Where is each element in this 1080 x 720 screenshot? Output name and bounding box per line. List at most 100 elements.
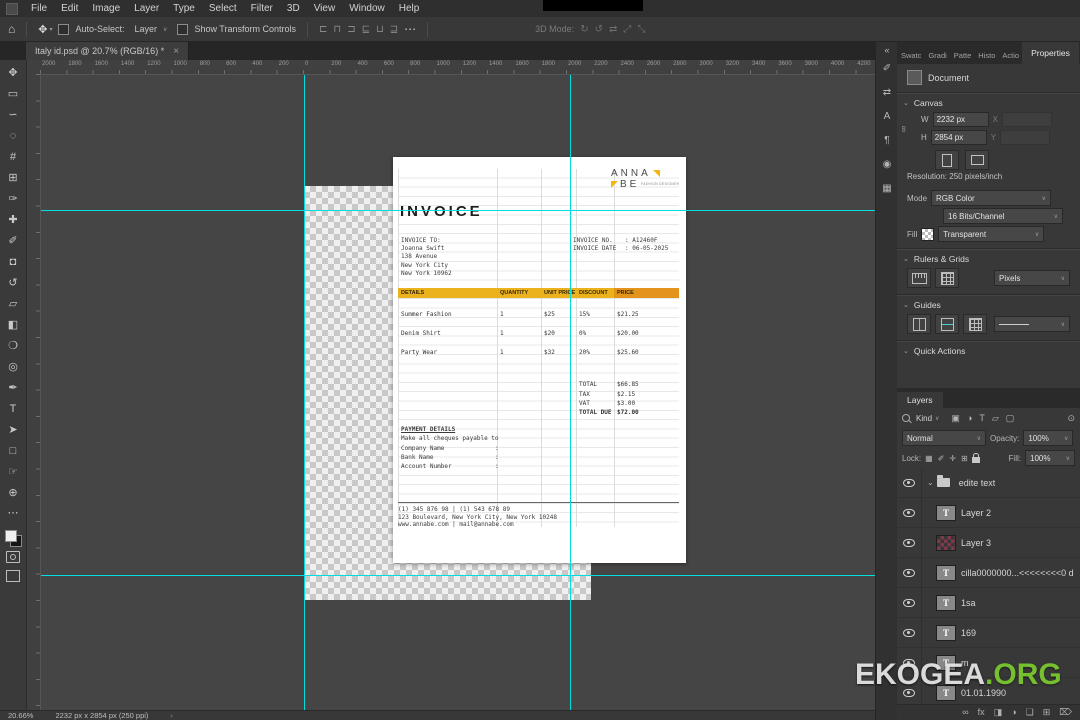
- horizontal-ruler[interactable]: 2000 1800 1600 1400 1200 1000 800 600 400 200 0 200…: [40, 60, 875, 75]
- menu-item[interactable]: Help: [392, 3, 427, 14]
- character-panel-icon[interactable]: A: [884, 111, 891, 122]
- show-transform-checkbox[interactable]: [177, 23, 189, 35]
- filter-type-layers-icon[interactable]: T: [979, 413, 985, 424]
- layer-thumbnail[interactable]: [936, 594, 956, 611]
- menu-item[interactable]: 3D: [280, 3, 307, 14]
- move-tool[interactable]: ✥: [3, 64, 23, 83]
- color-mode-select[interactable]: RGB Color ∨: [931, 190, 1052, 206]
- lock-position-icon[interactable]: ✛: [949, 454, 956, 463]
- menu-item[interactable]: Type: [166, 3, 202, 14]
- layer-row[interactable]: ⌄ cilla0000000...<<<<<<<<0 d: [897, 558, 1080, 588]
- layers-panel-tab[interactable]: Layers: [897, 392, 943, 408]
- link-layers-icon[interactable]: ∞: [962, 708, 968, 717]
- layer-row[interactable]: ⌄ 169: [897, 618, 1080, 648]
- healing-brush-tool[interactable]: ✚: [3, 211, 23, 230]
- 3d-scale-icon[interactable]: ⤡: [637, 24, 645, 35]
- filter-toggle-icon[interactable]: ⊙: [1067, 413, 1075, 424]
- new-layer-icon[interactable]: ⊞: [1043, 708, 1051, 717]
- layer-row[interactable]: ⌄ Layer 3: [897, 528, 1080, 558]
- panel-tab[interactable]: Histo: [974, 51, 998, 64]
- menu-item[interactable]: Window: [342, 3, 392, 14]
- bit-depth-select[interactable]: 16 Bits/Channel ∨: [943, 208, 1063, 224]
- screen-mode-button[interactable]: [3, 566, 23, 585]
- pen-tool[interactable]: ✒: [3, 379, 23, 398]
- panel-tab[interactable]: Actio: [998, 51, 1022, 64]
- vertical-guide[interactable]: [304, 74, 305, 710]
- rectangular-marquee-tool[interactable]: ▭: [3, 85, 23, 104]
- auto-select-checkbox[interactable]: [58, 23, 70, 35]
- home-icon[interactable]: ⌂: [8, 22, 15, 36]
- edit-toolbar-button[interactable]: ⋯: [3, 503, 23, 522]
- new-horizontal-guide-button[interactable]: [935, 314, 959, 334]
- toggle-grid-button[interactable]: [935, 268, 959, 288]
- lock-pixels-icon[interactable]: ✐: [938, 454, 945, 463]
- lasso-tool[interactable]: ∽: [3, 106, 23, 125]
- object-selection-tool[interactable]: ◌: [3, 127, 23, 146]
- layer-effects-icon[interactable]: fx: [978, 708, 985, 717]
- quick-mask-button[interactable]: [3, 547, 23, 566]
- align-left-icon[interactable]: ⊏: [319, 24, 327, 35]
- quick-actions-section-header[interactable]: ⌄ Quick Actions: [903, 346, 965, 356]
- crop-tool[interactable]: #: [3, 148, 23, 167]
- lock-transparency-icon[interactable]: ▦: [925, 454, 933, 463]
- auto-select-target-dropdown[interactable]: Layer ∨: [131, 22, 172, 36]
- filter-smart-objects-icon[interactable]: ▢: [1006, 413, 1015, 424]
- paragraph-panel-icon[interactable]: ¶: [884, 135, 889, 146]
- height-input[interactable]: 2854 px: [930, 130, 987, 145]
- menu-item[interactable]: Edit: [54, 3, 85, 14]
- layer-visibility-toggle[interactable]: [897, 468, 922, 497]
- canvas[interactable]: ANNA BE FASHION DESIGNER INVOICE INVOICE …: [40, 74, 875, 710]
- units-select[interactable]: Pixels ∨: [994, 270, 1070, 286]
- layer-visibility-toggle[interactable]: [897, 558, 922, 587]
- panel-tab-properties[interactable]: Properties: [1022, 42, 1079, 64]
- lock-artboard-icon[interactable]: ⊞: [961, 454, 968, 463]
- menu-item[interactable]: Image: [85, 3, 127, 14]
- app-icon[interactable]: [6, 2, 18, 15]
- guide-style-select[interactable]: ∨: [994, 316, 1070, 332]
- layer-thumbnail[interactable]: [936, 564, 956, 581]
- layer-row[interactable]: ⌄ Layer 2: [897, 498, 1080, 528]
- more-align-options-icon[interactable]: ⋯: [404, 22, 416, 36]
- layer-visibility-toggle[interactable]: [897, 528, 922, 557]
- portrait-orientation-button[interactable]: [935, 150, 959, 170]
- eraser-tool[interactable]: ▱: [3, 295, 23, 314]
- menu-item[interactable]: Layer: [127, 3, 166, 14]
- layer-visibility-toggle[interactable]: [897, 588, 922, 617]
- menu-item[interactable]: Select: [202, 3, 244, 14]
- clone-source-panel-icon[interactable]: ⇄: [883, 87, 891, 98]
- dodge-tool[interactable]: ◎: [3, 358, 23, 377]
- lock-all-icon[interactable]: [971, 452, 980, 463]
- kind-filter-select[interactable]: Kind ∨: [914, 414, 941, 423]
- eyedropper-tool[interactable]: ✑: [3, 190, 23, 209]
- brush-tool[interactable]: ✐: [3, 232, 23, 251]
- hand-tool[interactable]: ☞: [3, 463, 23, 482]
- 3d-pan-icon[interactable]: ⇄: [609, 24, 617, 35]
- layer-visibility-toggle[interactable]: [897, 498, 922, 527]
- zoom-tool[interactable]: ⊕: [3, 484, 23, 503]
- layer-thumbnail[interactable]: [936, 624, 956, 641]
- document-tab[interactable]: Italy id.psd @ 20.7% (RGB/16) * ×: [26, 42, 190, 60]
- group-expand-chevron[interactable]: ⌄: [927, 478, 934, 487]
- 3d-roll-icon[interactable]: ↺: [595, 24, 603, 35]
- layer-row[interactable]: ⌄ 1sa: [897, 588, 1080, 618]
- align-top-icon[interactable]: ⊑: [362, 24, 370, 35]
- opacity-select[interactable]: 100% ∨: [1023, 430, 1074, 446]
- status-menu-chevron[interactable]: ›: [170, 711, 173, 720]
- zoom-level-field[interactable]: 20.66%: [8, 711, 33, 720]
- frame-tool[interactable]: ⊞: [3, 169, 23, 188]
- adjustments-panel-icon[interactable]: ◉: [883, 159, 892, 170]
- filter-shape-layers-icon[interactable]: ▱: [992, 413, 999, 424]
- landscape-orientation-button[interactable]: [965, 150, 989, 170]
- panel-tab[interactable]: Gradi: [924, 51, 949, 64]
- collapse-panels-icon[interactable]: «: [884, 45, 889, 55]
- 3d-rotate-icon[interactable]: ↻: [580, 24, 588, 35]
- type-tool[interactable]: T: [3, 400, 23, 419]
- color-swatches[interactable]: [4, 530, 22, 547]
- layer-fill-select[interactable]: 100% ∨: [1025, 450, 1075, 466]
- gradient-tool[interactable]: ◧: [3, 316, 23, 335]
- new-vertical-guide-button[interactable]: [907, 314, 931, 334]
- canvas-section-header[interactable]: ⌄ Canvas: [903, 98, 943, 108]
- 3d-slide-icon[interactable]: ⤢: [623, 24, 631, 35]
- align-center-horizontal-icon[interactable]: ⊓: [333, 24, 341, 35]
- link-dimensions-icon[interactable]: ∞: [899, 126, 909, 132]
